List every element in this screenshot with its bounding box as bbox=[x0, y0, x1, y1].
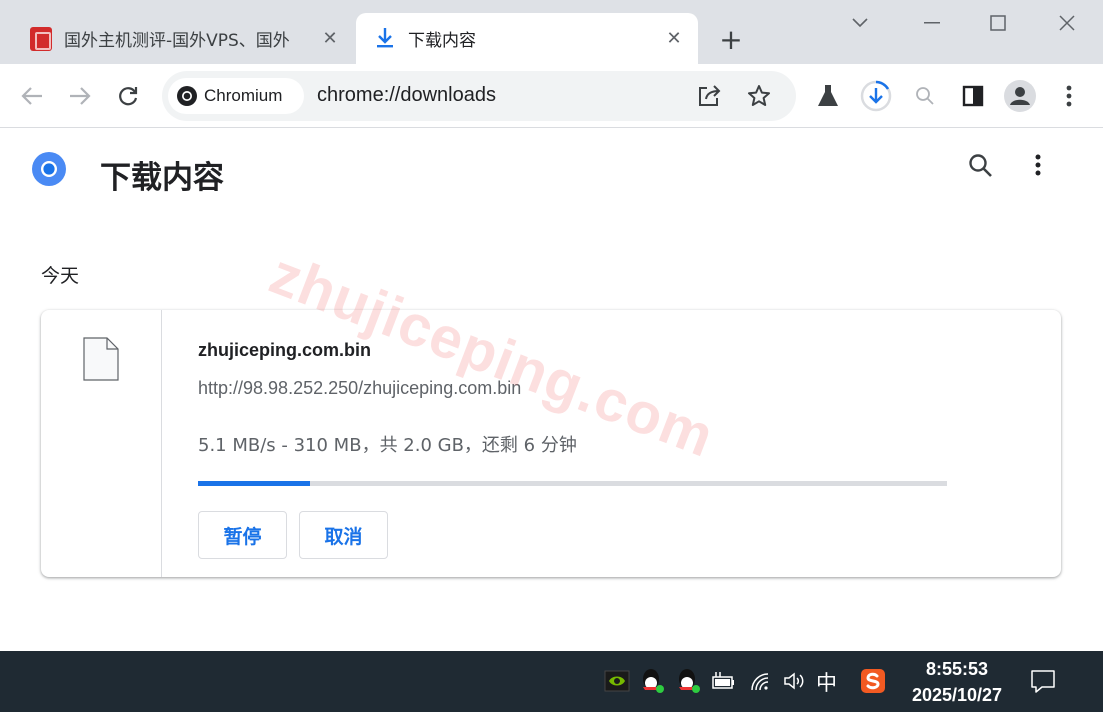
url-text[interactable]: chrome://downloads bbox=[317, 84, 496, 107]
downloads-page: 下载内容 今天 zhujiceping.com.bin http://98.98… bbox=[0, 129, 1103, 651]
card-divider bbox=[161, 310, 162, 577]
site-chip-label: Chromium bbox=[204, 86, 283, 105]
forward-button[interactable] bbox=[62, 78, 98, 114]
taskbar: 中 8:55:53 2025/10/27 bbox=[0, 651, 1103, 712]
new-tab-button[interactable]: + bbox=[716, 23, 746, 56]
system-clock[interactable]: 8:55:53 2025/10/27 bbox=[893, 656, 1021, 708]
tab-search-icon[interactable] bbox=[845, 8, 875, 38]
download-status: 5.1 MB/s - 310 MB，共 2.0 GB，还剩 6 分钟 bbox=[198, 435, 577, 456]
nvidia-icon[interactable] bbox=[603, 667, 631, 695]
back-button[interactable] bbox=[14, 78, 50, 114]
tab-close-icon[interactable]: ✕ bbox=[662, 27, 686, 51]
labs-flask-icon[interactable] bbox=[810, 78, 846, 114]
battery-power-icon[interactable] bbox=[709, 667, 737, 695]
tab-strip: 国外主机测评-国外VPS、国外 ✕ 下载内容 ✕ + bbox=[0, 0, 1103, 64]
chromium-icon bbox=[177, 86, 197, 106]
progress-fill bbox=[198, 481, 311, 486]
wifi-icon[interactable] bbox=[747, 667, 775, 695]
qq-icon[interactable] bbox=[638, 667, 666, 695]
profile-avatar-icon[interactable] bbox=[1002, 78, 1038, 114]
volume-icon[interactable] bbox=[781, 667, 809, 695]
toolbar: Chromium chrome://downloads bbox=[0, 64, 1103, 128]
tab-active[interactable]: 下载内容 ✕ bbox=[356, 13, 698, 64]
download-icon bbox=[377, 28, 393, 48]
download-progress-icon[interactable] bbox=[858, 78, 894, 114]
page-menu-icon[interactable] bbox=[1035, 153, 1041, 181]
progress-bar bbox=[198, 481, 947, 486]
reload-button[interactable] bbox=[110, 78, 146, 114]
site-chip[interactable]: Chromium bbox=[168, 78, 304, 114]
notification-icon[interactable] bbox=[1029, 667, 1057, 695]
tab-title: 下载内容 bbox=[408, 31, 476, 51]
clock-date: 2025/10/27 bbox=[911, 685, 1003, 705]
search-downloads-icon[interactable] bbox=[968, 153, 994, 183]
bookmark-star-icon[interactable] bbox=[741, 78, 777, 114]
pause-button[interactable]: 暂停 bbox=[198, 511, 287, 559]
clock-time: 8:55:53 bbox=[925, 659, 989, 679]
share-icon[interactable] bbox=[692, 78, 728, 114]
menu-kebab-icon[interactable] bbox=[1051, 78, 1087, 114]
zoom-search-icon[interactable] bbox=[907, 78, 943, 114]
file-name[interactable]: zhujiceping.com.bin bbox=[198, 340, 371, 361]
omnibox[interactable]: Chromium chrome://downloads bbox=[162, 71, 796, 121]
date-section-label: 今天 bbox=[41, 265, 80, 287]
tab-title: 国外主机测评-国外VPS、国外 bbox=[64, 31, 290, 51]
close-window-icon[interactable] bbox=[1052, 8, 1082, 38]
qq-icon-2[interactable] bbox=[674, 667, 702, 695]
cancel-button[interactable]: 取消 bbox=[299, 511, 388, 559]
tab-close-icon[interactable]: ✕ bbox=[318, 27, 342, 51]
page-title: 下载内容 bbox=[100, 160, 224, 196]
tab-inactive[interactable]: 国外主机测评-国外VPS、国外 ✕ bbox=[14, 13, 354, 64]
minimize-icon[interactable] bbox=[917, 8, 947, 38]
sogou-input-icon[interactable] bbox=[859, 667, 887, 695]
maximize-icon[interactable] bbox=[983, 8, 1013, 38]
side-panel-icon[interactable] bbox=[955, 78, 991, 114]
chromium-logo-icon bbox=[32, 152, 66, 186]
ime-indicator[interactable]: 中 bbox=[816, 667, 837, 697]
site-favicon-icon bbox=[30, 26, 52, 51]
file-icon bbox=[83, 337, 119, 381]
